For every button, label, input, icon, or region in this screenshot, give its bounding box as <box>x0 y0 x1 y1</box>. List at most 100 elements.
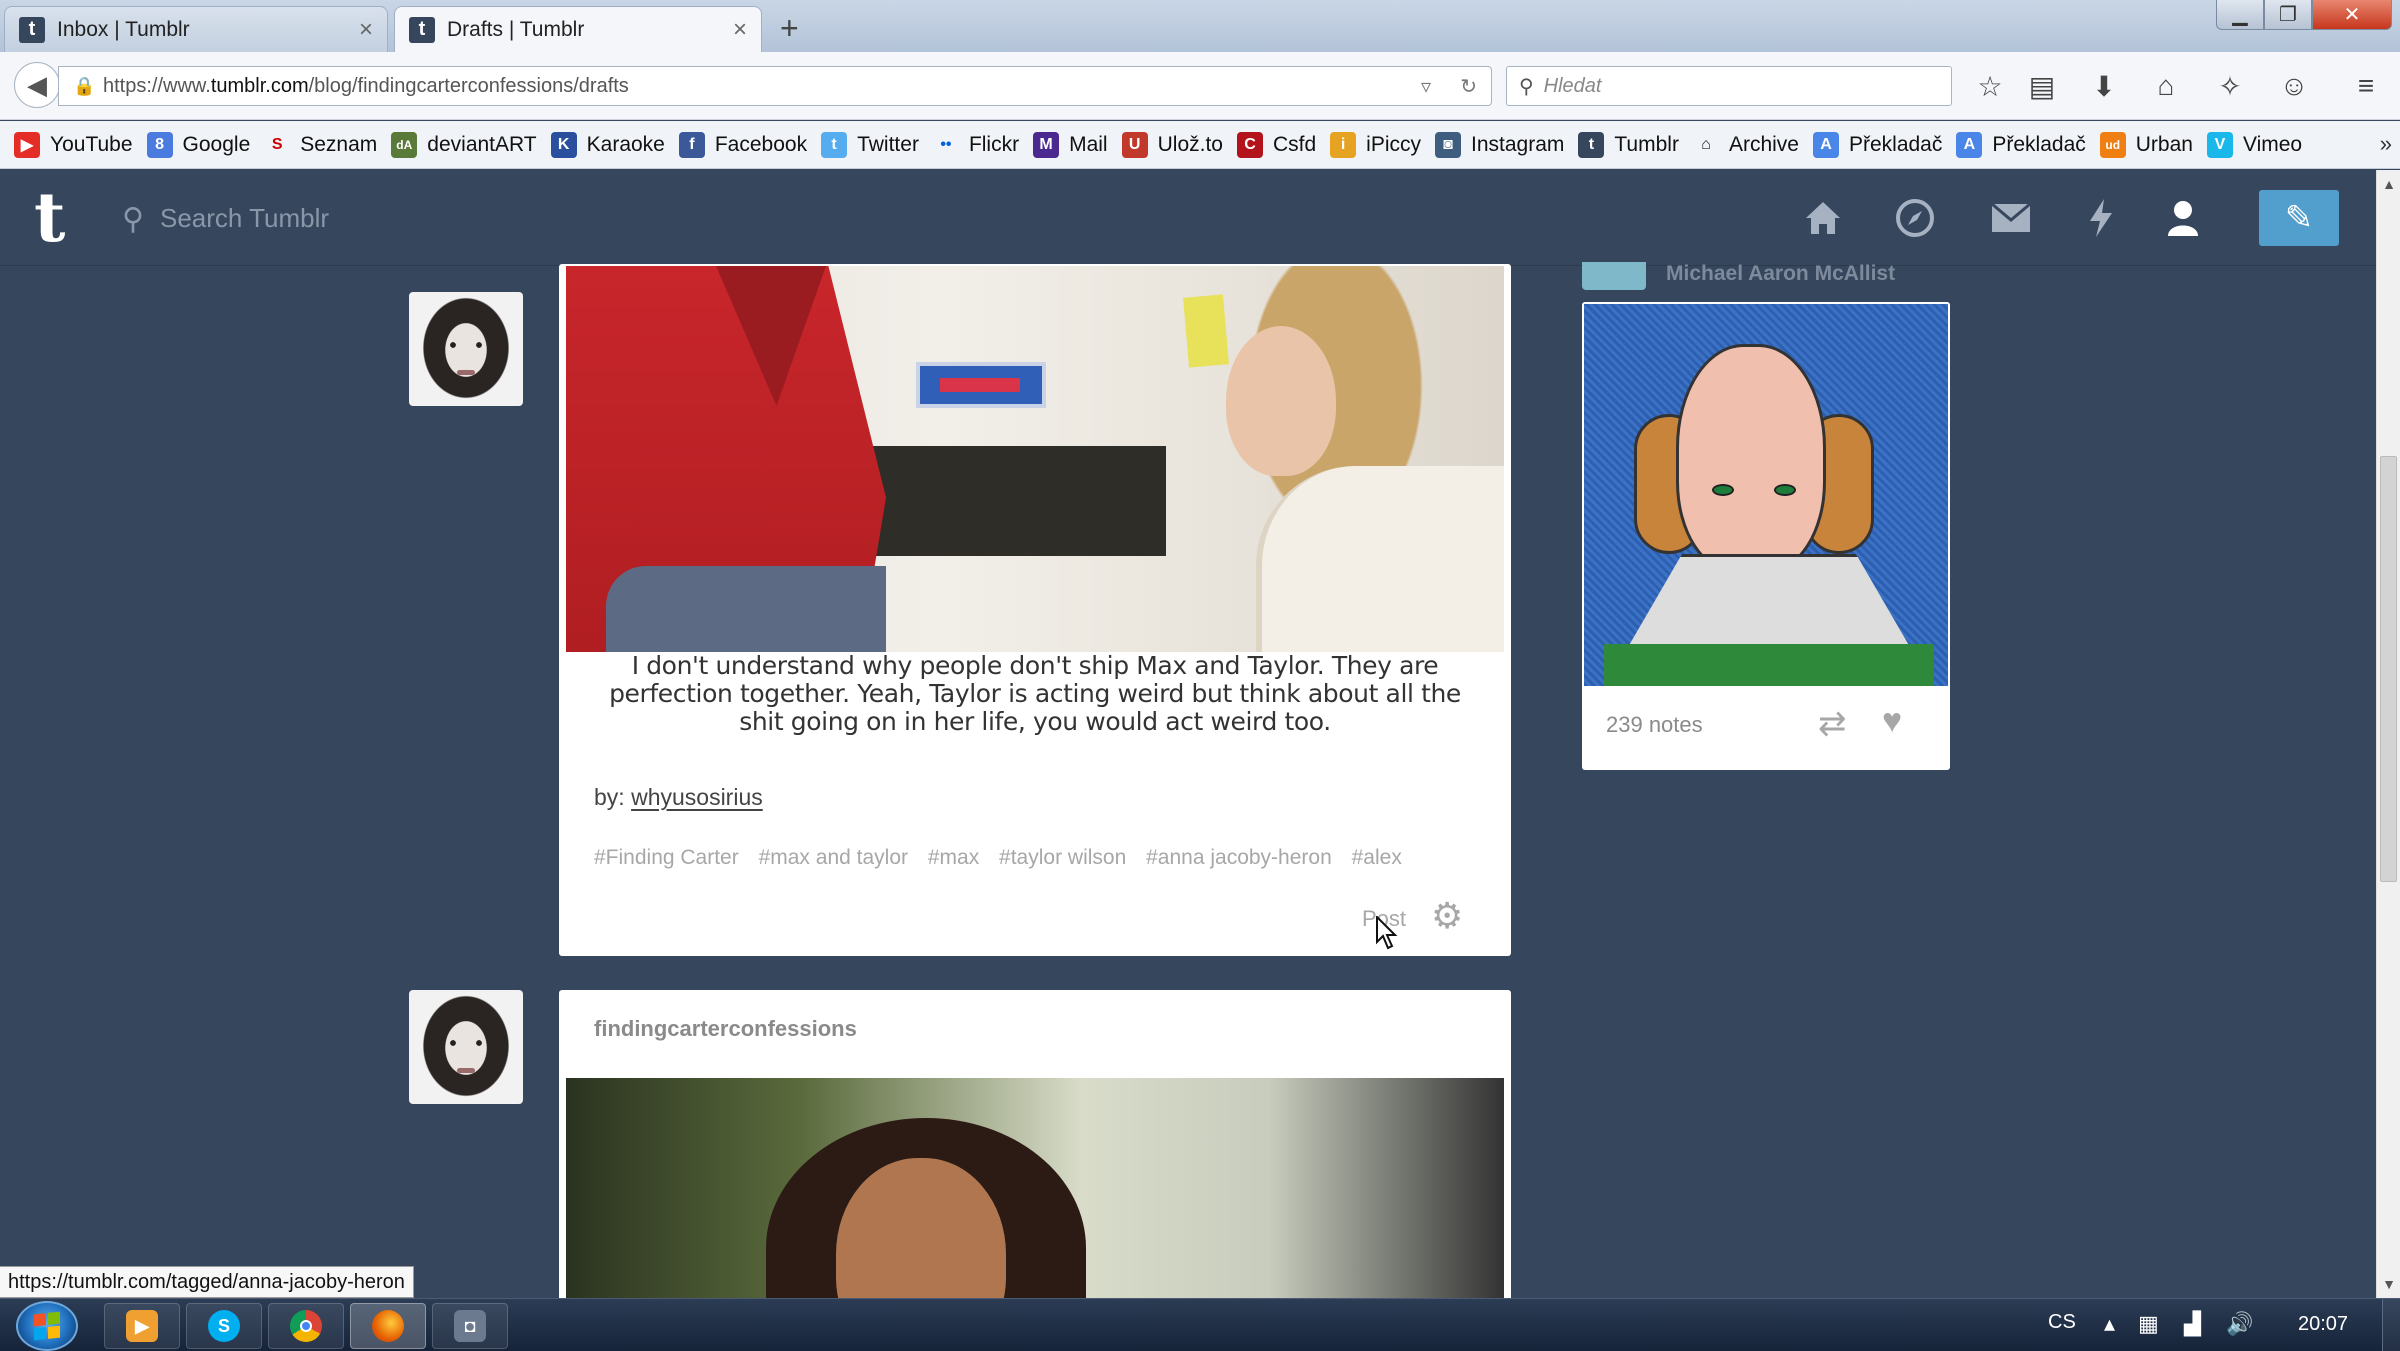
taskbar-skype[interactable]: S <box>186 1303 262 1349</box>
bookmark-youtube[interactable]: ▶ YouTube <box>14 131 133 158</box>
bookmark-csfd[interactable]: C Csfd <box>1236 131 1316 158</box>
home-icon[interactable] <box>1799 194 1847 242</box>
taskbar-firefox[interactable] <box>350 1303 426 1349</box>
post-photo[interactable] <box>566 1078 1504 1310</box>
tumblr-favicon-icon: t <box>19 16 45 43</box>
address-bar[interactable]: 🔒 https://www.tumblr.com/blog/findingcar… <box>58 66 1492 106</box>
inbox-icon[interactable] <box>1987 194 2035 242</box>
tab-inbox[interactable]: t Inbox | Tumblr × <box>4 6 388 52</box>
bookmark-translator-1[interactable]: A Překladač <box>1812 131 1942 158</box>
download-icon[interactable]: ⬇ <box>2086 68 2122 104</box>
browser-search-input[interactable]: ⚲ Hledat <box>1506 66 1952 106</box>
flickr-icon: •• <box>940 135 952 153</box>
status-bar-url: https://tumblr.com/tagged/anna-jacoby-he… <box>0 1266 414 1298</box>
facebook-icon: f <box>678 131 705 158</box>
taskbar-media-player[interactable]: ▶ <box>104 1303 180 1349</box>
tag-link[interactable]: #alex <box>1352 846 1402 869</box>
karaoke-icon: K <box>550 131 577 158</box>
new-tab-button[interactable]: + <box>780 10 799 47</box>
search-icon: ⚲ <box>122 203 144 236</box>
keyboard-language[interactable]: CS <box>2048 1311 2076 1334</box>
radar-post: 239 notes ⇄ ♥ <box>1582 302 1950 770</box>
search-icon: ⚲ <box>1519 75 1534 98</box>
reading-list-icon[interactable]: ▤ <box>2024 68 2060 104</box>
bookmark-seznam[interactable]: S Seznam <box>264 132 377 158</box>
browser-tab-bar: t Inbox | Tumblr × t Drafts | Tumblr × +… <box>0 0 2400 52</box>
tray-expand-icon[interactable]: ▴ <box>2104 1311 2115 1337</box>
post-photo[interactable] <box>566 266 1504 652</box>
bookmark-mail[interactable]: M Mail <box>1033 131 1108 158</box>
volume-icon[interactable]: 🔊 <box>2226 1311 2253 1337</box>
tag-link[interactable]: #taylor wilson <box>999 846 1126 869</box>
bookmark-translator-2[interactable]: A Překladač <box>1956 131 2086 158</box>
bookmark-archive[interactable]: ⌂ Archive <box>1693 132 1799 158</box>
menu-icon[interactable]: ≡ <box>2348 68 2384 104</box>
bookmark-flickr[interactable]: •• Flickr <box>933 132 1019 158</box>
dropdown-icon[interactable]: ▿ <box>1421 74 1431 99</box>
bookmark-deviantart[interactable]: dA deviantART <box>391 131 537 158</box>
bookmark-instagram[interactable]: ◙ Instagram <box>1435 131 1564 158</box>
signal-icon[interactable]: ▟ <box>2184 1311 2201 1337</box>
tab-drafts[interactable]: t Drafts | Tumblr × <box>394 6 762 52</box>
reblog-icon[interactable]: ⇄ <box>1818 704 1847 744</box>
csfd-icon: C <box>1236 131 1263 158</box>
page-scrollbar[interactable]: ▲ ▼ <box>2376 170 2400 1298</box>
maximize-button[interactable]: ❐ <box>2264 0 2312 30</box>
tag-link[interactable]: #max and taylor <box>759 846 908 869</box>
taskbar-camera[interactable]: ◘ <box>432 1303 508 1349</box>
tag-link[interactable]: #anna jacoby-heron <box>1146 846 1332 869</box>
search-input[interactable] <box>160 196 560 240</box>
bookmark-karaoke[interactable]: K Karaoke <box>550 131 665 158</box>
bookmark-ulozto[interactable]: U Ulož.to <box>1121 131 1223 158</box>
browser-toolbar: ◀ 🔒 https://www.tumblr.com/blog/findingc… <box>0 52 2400 120</box>
chat-icon[interactable]: ☺ <box>2276 68 2312 104</box>
tag-link[interactable]: #max <box>928 846 979 869</box>
bookmark-facebook[interactable]: f Facebook <box>678 131 807 158</box>
compose-button[interactable]: ✎ <box>2259 190 2339 246</box>
activity-icon[interactable] <box>2077 194 2125 242</box>
network-icon[interactable]: ▦ <box>2138 1311 2159 1337</box>
scroll-thumb[interactable] <box>2380 456 2397 882</box>
scroll-down-arrow-icon[interactable]: ▼ <box>2377 1276 2400 1292</box>
post-blog-name[interactable]: findingcarterconfessions <box>594 1016 857 1042</box>
radar-blog-name[interactable]: Michael Aaron McAllist <box>1666 262 1895 286</box>
bookmarks-overflow-button[interactable]: » <box>2380 131 2392 157</box>
bookmark-vimeo[interactable]: V Vimeo <box>2206 131 2302 158</box>
avatar[interactable] <box>409 990 523 1104</box>
radar-avatar[interactable] <box>1582 262 1646 290</box>
show-desktop-button[interactable] <box>2382 1299 2400 1351</box>
bookmark-twitter[interactable]: t Twitter <box>821 131 919 158</box>
system-clock[interactable]: 20:07 <box>2298 1313 2348 1336</box>
heart-icon[interactable]: ♥ <box>1882 702 1902 741</box>
bookmark-urban[interactable]: ud Urban <box>2099 131 2193 158</box>
radar-header: Michael Aaron McAllist <box>1582 262 1950 292</box>
pencil-icon: ✎ <box>2284 199 2314 237</box>
skype-icon: S <box>208 1310 240 1342</box>
reload-icon[interactable]: ↻ <box>1460 74 1477 99</box>
bookmark-google[interactable]: 8 Google <box>146 131 250 158</box>
minimize-button[interactable]: ▁ <box>2216 0 2264 30</box>
vimeo-icon: V <box>2206 131 2233 158</box>
back-button[interactable]: ◀ <box>14 62 60 108</box>
notes-count[interactable]: 239 notes <box>1606 712 1703 738</box>
home-icon[interactable]: ⌂ <box>2148 68 2184 104</box>
source-user-link[interactable]: whyusosirius <box>631 784 763 810</box>
start-button[interactable] <box>16 1301 78 1351</box>
scroll-up-arrow-icon[interactable]: ▲ <box>2377 176 2400 192</box>
radar-photo[interactable] <box>1584 304 1948 686</box>
taskbar-chrome[interactable] <box>268 1303 344 1349</box>
account-icon[interactable] <box>2159 194 2207 242</box>
avatar[interactable] <box>409 292 523 406</box>
draft-post: findingcarterconfessions <box>559 990 1511 1310</box>
star-icon[interactable]: ☆ <box>1972 68 2008 104</box>
close-tab-icon[interactable]: × <box>733 16 747 44</box>
bookmark-ipiccy[interactable]: i iPiccy <box>1330 131 1421 158</box>
addon-icon[interactable]: ✧ <box>2212 68 2248 104</box>
tumblr-logo[interactable]: t <box>34 184 82 252</box>
bookmark-tumblr[interactable]: t Tumblr <box>1578 131 1679 158</box>
close-tab-icon[interactable]: × <box>359 16 373 44</box>
close-window-button[interactable]: ✕ <box>2312 0 2392 30</box>
gear-icon[interactable]: ⚙ <box>1431 898 1463 934</box>
explore-icon[interactable] <box>1891 194 1939 242</box>
tag-link[interactable]: #Finding Carter <box>594 846 739 869</box>
